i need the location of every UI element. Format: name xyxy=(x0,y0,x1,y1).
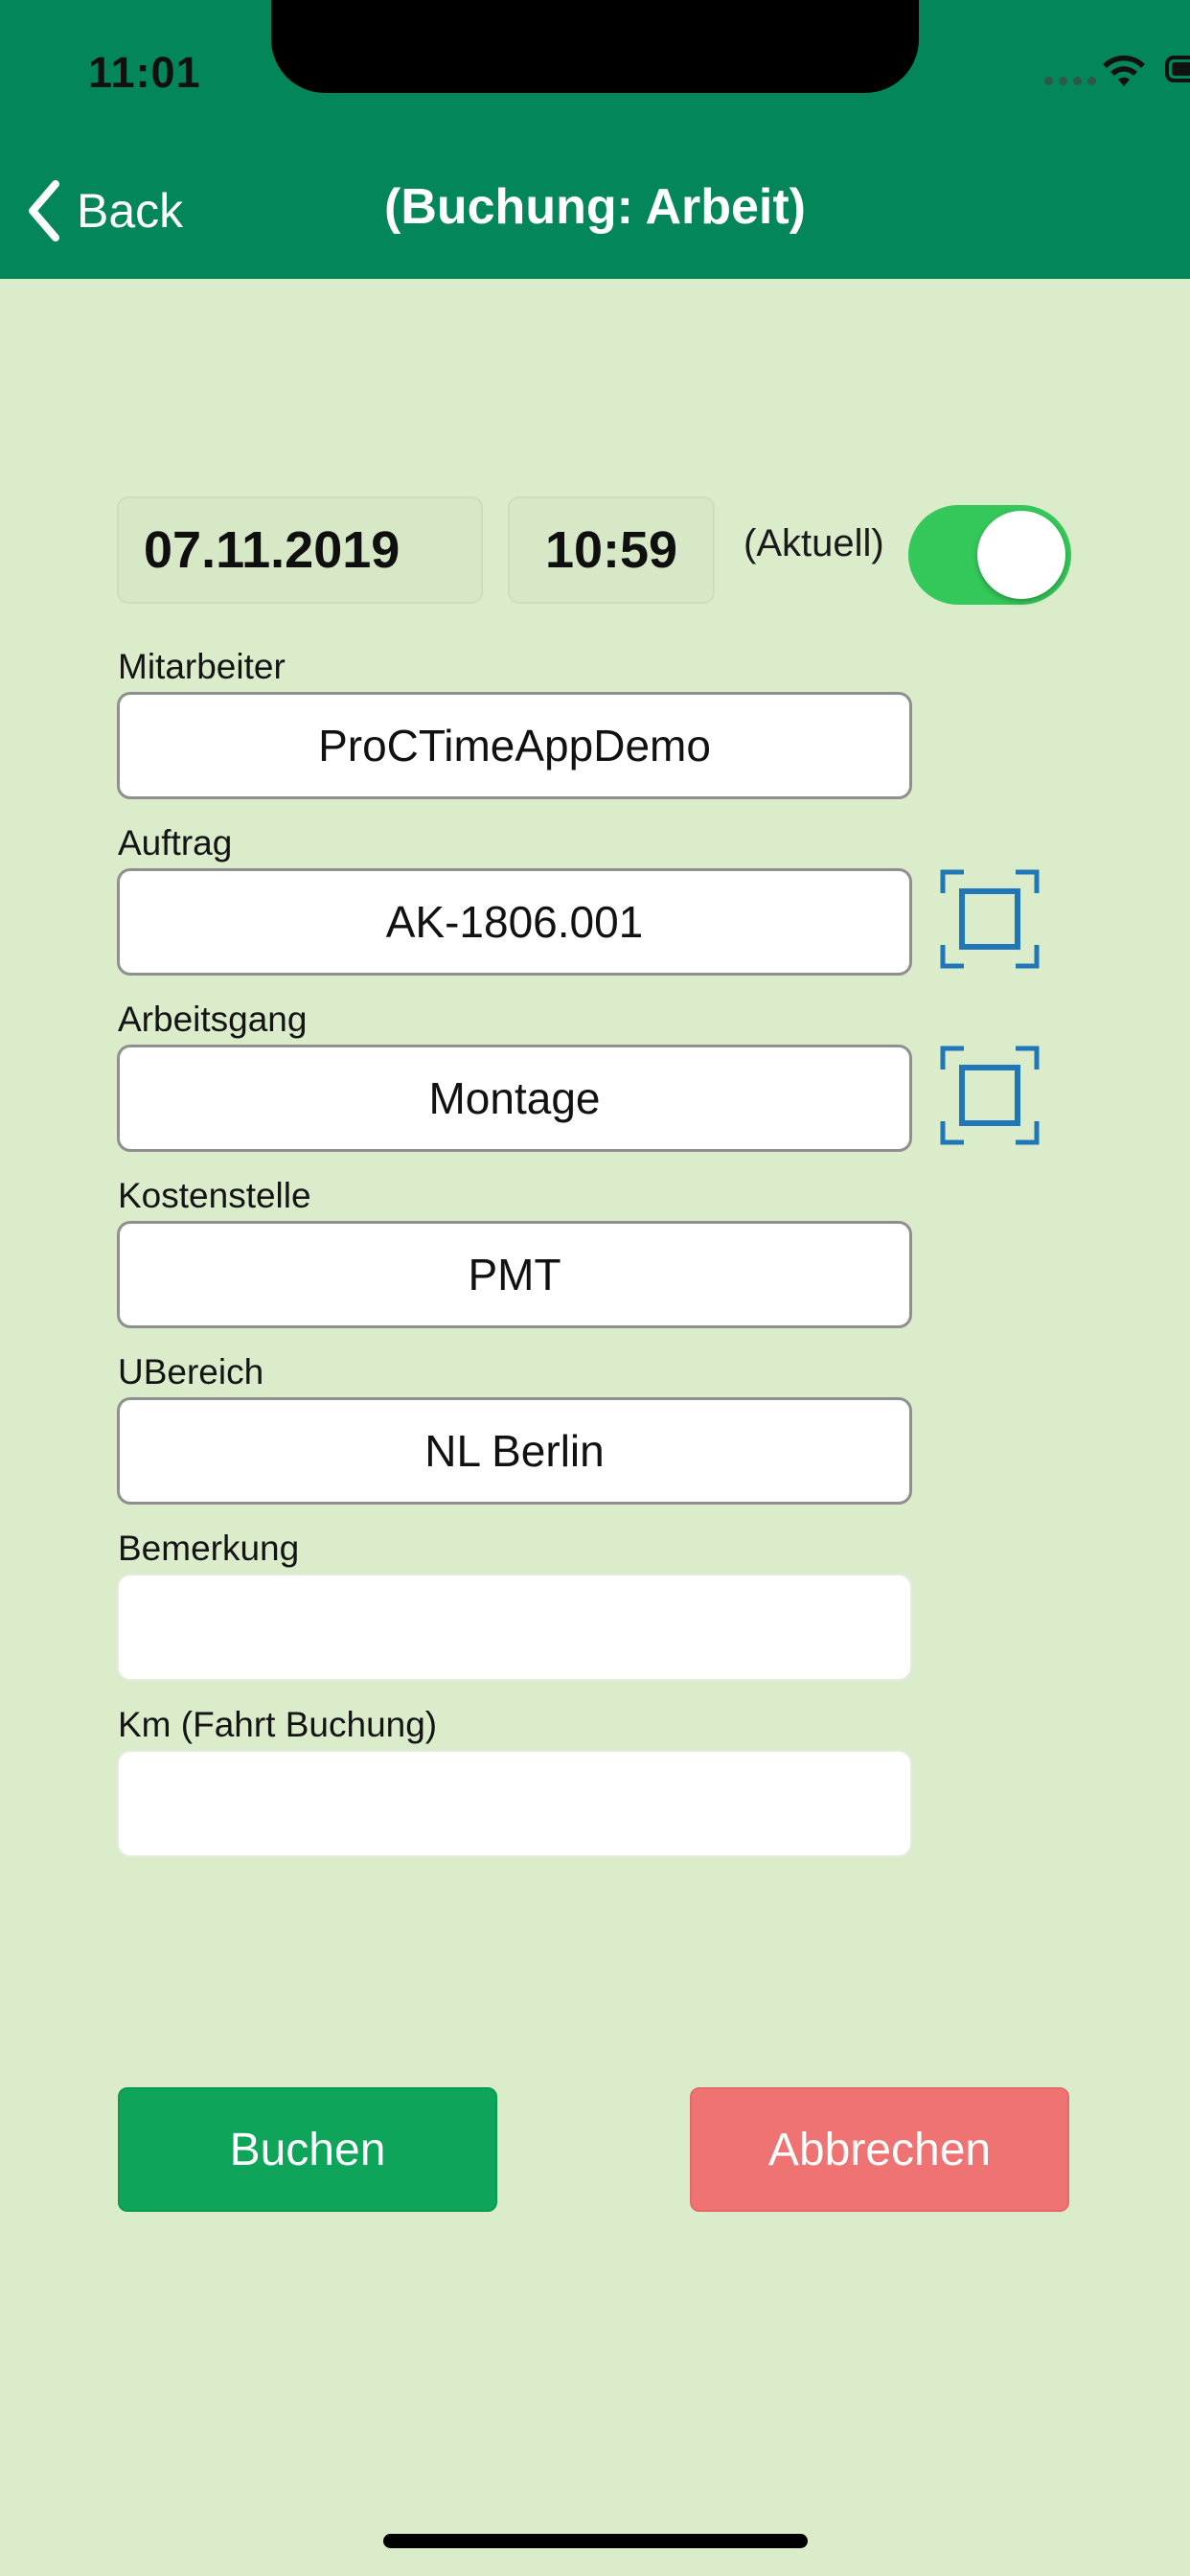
auftrag-label: Auftrag xyxy=(118,823,233,862)
battery-icon xyxy=(1165,56,1190,82)
auftrag-field[interactable]: AK-1806.001 xyxy=(117,868,912,976)
kostenstelle-field[interactable]: PMT xyxy=(117,1221,912,1328)
page-title: (Buchung: Arbeit) xyxy=(384,179,806,235)
aktuell-toggle[interactable] xyxy=(908,505,1071,605)
bemerkung-label: Bemerkung xyxy=(118,1529,300,1568)
buchen-button[interactable]: Buchen xyxy=(118,2087,497,2212)
ubereich-field[interactable]: NL Berlin xyxy=(117,1397,912,1505)
aktuell-label: (Aktuell) xyxy=(744,522,884,564)
arbeitsgang-field[interactable]: Montage xyxy=(117,1045,912,1152)
arbeitsgang-label: Arbeitsgang xyxy=(118,1000,308,1039)
mitarbeiter-label: Mitarbeiter xyxy=(118,647,286,686)
time-field[interactable]: 10:59 xyxy=(508,496,715,604)
toggle-knob xyxy=(977,511,1065,599)
bemerkung-input[interactable] xyxy=(117,1574,912,1681)
abbrechen-button[interactable]: Abbrechen xyxy=(690,2087,1069,2212)
device-notch xyxy=(271,0,919,93)
mitarbeiter-field[interactable]: ProCTimeAppDemo xyxy=(117,692,912,799)
status-time: 11:01 xyxy=(88,48,201,97)
nav-header: 11:01 Back (Buchung: Arbeit) xyxy=(0,0,1190,279)
signal-icon xyxy=(1044,73,1102,90)
date-field[interactable]: 07.11.2019 xyxy=(117,496,483,604)
ubereich-label: UBereich xyxy=(118,1352,264,1392)
km-label: Km (Fahrt Buchung) xyxy=(118,1705,438,1744)
home-indicator[interactable] xyxy=(383,2534,808,2548)
km-input[interactable] xyxy=(117,1750,912,1857)
kostenstelle-label: Kostenstelle xyxy=(118,1176,311,1215)
scan-auftrag-icon[interactable] xyxy=(939,868,1041,970)
wifi-icon xyxy=(1103,55,1145,86)
scan-arbeitsgang-icon[interactable] xyxy=(939,1045,1041,1146)
